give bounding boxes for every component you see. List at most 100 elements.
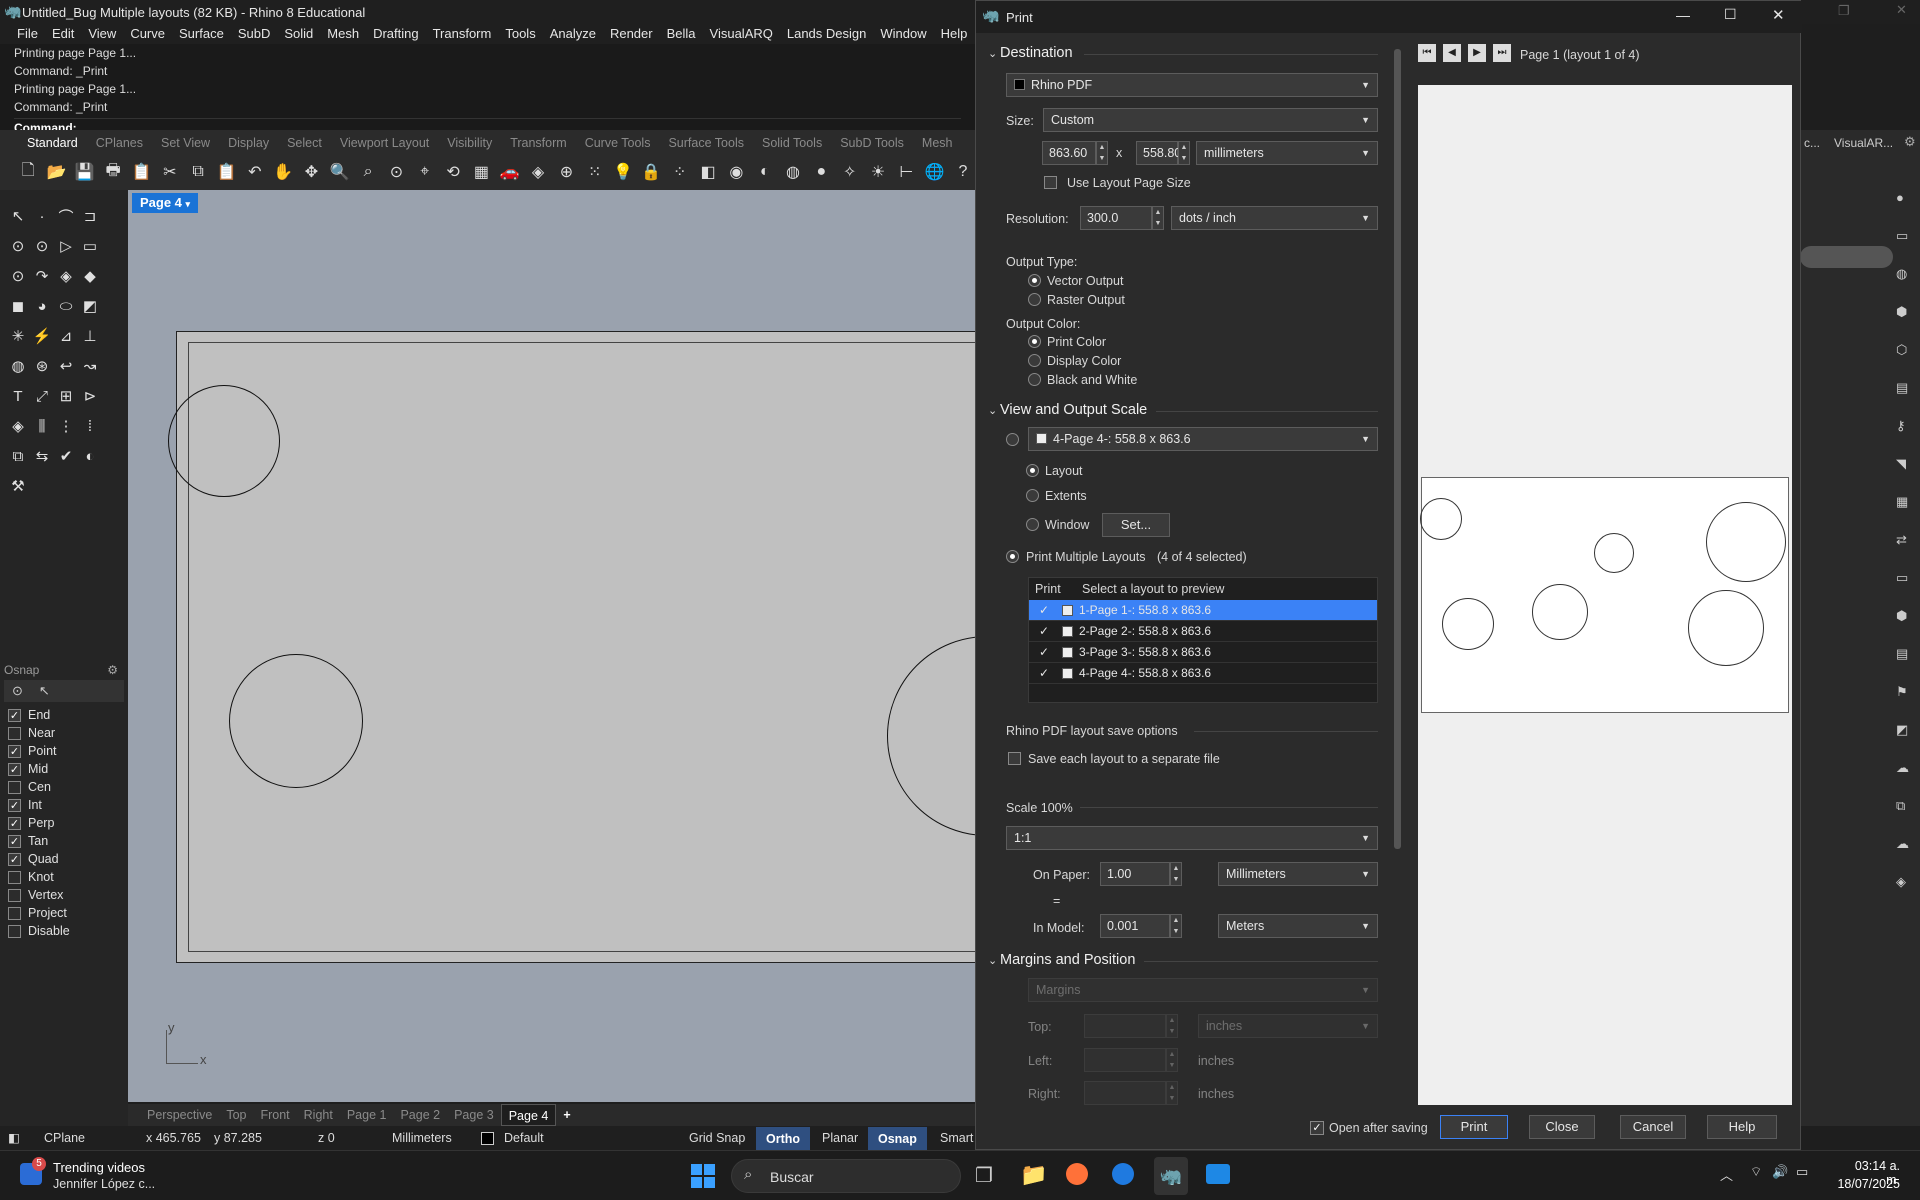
pan-hand-icon[interactable]: ✋ [271, 160, 295, 185]
menu-item[interactable]: Window [873, 24, 933, 44]
view-select[interactable]: 4-Page 4-: 558.8 x 863.6 ▼ [1028, 427, 1378, 451]
on-paper-stepper[interactable]: ▲ ▼ [1170, 862, 1182, 886]
height-input[interactable]: 558.80 [1136, 141, 1181, 165]
curve-circle[interactable] [229, 654, 363, 788]
copy-icon[interactable]: ⧉ [6, 444, 30, 468]
surface-icon[interactable]: ◈ [54, 264, 78, 288]
stack-icon[interactable]: ⧉ [1896, 798, 1905, 814]
right-search-box[interactable] [1800, 246, 1893, 268]
toolbar-tab[interactable]: Display [219, 130, 278, 154]
toolbar-tab[interactable]: Mesh [913, 130, 962, 154]
paste-icon[interactable]: 📋 [129, 160, 153, 185]
display-color-radio[interactable] [1028, 354, 1041, 367]
panel-toggle-icon[interactable]: ◧ [8, 1126, 20, 1150]
table-icon[interactable]: ▤ [1896, 646, 1908, 662]
osnap-item[interactable]: ✓ Mid [0, 760, 128, 778]
resolution-units-select[interactable]: dots / inch ▼ [1171, 206, 1378, 230]
object-icon[interactable]: ⬡ [1896, 342, 1907, 358]
height-stepper[interactable]: ▲ ▼ [1178, 141, 1190, 165]
osnap-checkbox[interactable]: ✓ [8, 762, 21, 776]
cylinder-icon[interactable]: ⬭ [54, 294, 78, 318]
right-margin-stepper[interactable]: ▲ ▼ [1166, 1081, 1178, 1105]
widget-subtitle[interactable]: Jennifer López c... [53, 1177, 155, 1191]
extents-radio[interactable] [1026, 489, 1039, 502]
viewport-tab[interactable]: Page 2 [393, 1104, 447, 1126]
save-each-checkbox[interactable] [1008, 752, 1021, 765]
close-icon[interactable]: ✕ [1896, 2, 1907, 18]
sun-icon[interactable]: ☀ [866, 160, 890, 185]
shaded-icon[interactable]: ◐ [753, 160, 777, 185]
right-margin-input[interactable] [1084, 1081, 1166, 1105]
start-windows-icon[interactable] [691, 1164, 715, 1188]
layers-icon[interactable]: ▤ [1896, 380, 1908, 396]
layout-row[interactable]: ✓ 2-Page 2-: 558.8 x 863.6 [1029, 621, 1377, 642]
width-stepper[interactable]: ▲ ▼ [1096, 141, 1108, 165]
destination-header[interactable]: ⌄ Destination [988, 45, 1073, 61]
scale-select[interactable]: 1:1 ▼ [1006, 826, 1378, 850]
in-model-units-select[interactable]: Meters ▼ [1218, 914, 1378, 938]
box-icon[interactable]: ◼ [6, 294, 30, 318]
osnap-checkbox[interactable]: ✓ [8, 834, 21, 848]
color-wheel-icon[interactable]: ◉ [724, 160, 748, 185]
cancel-button[interactable]: Cancel [1620, 1115, 1686, 1139]
first-page-button[interactable]: ⏮ [1418, 44, 1436, 62]
rhino-taskbar-icon[interactable]: 🦏 [1154, 1157, 1188, 1195]
blend-icon[interactable]: ↝ [78, 354, 102, 378]
layout-row[interactable]: ✓ 4-Page 4-: 558.8 x 863.6 [1029, 663, 1377, 684]
toolbar-tab[interactable]: Visibility [438, 130, 501, 154]
menu-item[interactable]: Mesh [320, 24, 366, 44]
split-icon[interactable]: ⊿ [54, 324, 78, 348]
osnap-item[interactable]: ✓ Point [0, 742, 128, 760]
black-white-radio[interactable] [1028, 373, 1041, 386]
analyze-icon[interactable]: ◐ [78, 444, 102, 468]
toolbar-tab[interactable]: SubD Tools [831, 130, 913, 154]
in-model-stepper[interactable]: ▲ ▼ [1170, 914, 1182, 938]
planar-toggle[interactable]: Planar [822, 1126, 858, 1150]
toolbar-tab[interactable]: Set View [152, 130, 219, 154]
cloud-upload-icon[interactable]: ☁ [1896, 836, 1909, 852]
osnap-toggle[interactable]: Osnap [868, 1127, 927, 1151]
menu-item[interactable]: Edit [45, 24, 81, 44]
set-window-button[interactable]: Set... [1102, 513, 1170, 537]
sphere-icon[interactable]: ◕ [30, 294, 54, 318]
on-paper-input[interactable]: 1.00 [1100, 862, 1170, 886]
toolbar-tab[interactable]: Select [278, 130, 331, 154]
check-icon[interactable]: ✔ [54, 444, 78, 468]
render-icon[interactable]: ◥ [1896, 456, 1906, 472]
flag-icon[interactable]: ⚑ [1896, 684, 1908, 700]
layout-radio[interactable] [1026, 464, 1039, 477]
sphere-icon[interactable]: ● [809, 160, 833, 185]
width-input[interactable]: 863.60 [1042, 141, 1096, 165]
viewport-tab[interactable]: Perspective [140, 1104, 219, 1126]
osnap-checkbox[interactable] [8, 726, 21, 740]
osnap-checkbox[interactable] [8, 780, 21, 794]
osnap-item[interactable]: ✓ Perp [0, 814, 128, 832]
chevron-down-icon[interactable]: ▾ [186, 199, 191, 209]
raster-output-radio[interactable] [1028, 293, 1041, 306]
widget-title[interactable]: Trending videos [53, 1160, 145, 1175]
key-icon[interactable]: ⚷ [1896, 418, 1906, 434]
use-layout-size-checkbox[interactable] [1044, 176, 1057, 189]
osnap-checkbox[interactable] [8, 906, 21, 920]
single-view-radio[interactable] [1006, 433, 1019, 446]
margins-mode-select[interactable]: Margins ▼ [1028, 978, 1378, 1002]
osnap-item[interactable]: ✓ End [0, 706, 128, 724]
clipboard-icon[interactable]: 📋 [214, 160, 238, 185]
dots-icon[interactable]: ⋮ [54, 414, 78, 438]
print-color-radio[interactable] [1028, 335, 1041, 348]
on-paper-units-select[interactable]: Millimeters ▼ [1218, 862, 1378, 886]
menu-item[interactable]: File [10, 24, 45, 44]
curve-icon[interactable]: ⊐ [78, 204, 102, 228]
resolution-input[interactable]: 300.0 [1080, 206, 1152, 230]
menu-item[interactable]: Curve [123, 24, 172, 44]
osnap-checkbox[interactable]: ✓ [8, 708, 21, 722]
viewport-tab[interactable]: Front [253, 1104, 296, 1126]
viewport-tab[interactable]: Top [219, 1104, 253, 1126]
plugin-icon[interactable]: ◈ [1896, 874, 1906, 890]
menu-item[interactable]: Solid [277, 24, 320, 44]
zoom-extents-icon[interactable]: ⊙ [384, 160, 408, 185]
copy-icon[interactable]: ⧉ [186, 160, 210, 185]
layout-row[interactable]: ✓ 1-Page 1-: 558.8 x 863.6 [1029, 600, 1377, 621]
print-button[interactable]: Print [1440, 1115, 1508, 1139]
cplane-icon[interactable]: ◈ [526, 160, 550, 185]
